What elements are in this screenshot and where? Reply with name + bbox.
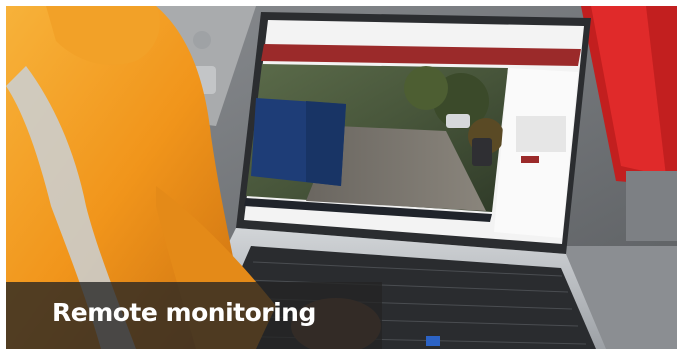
caption-title: Remote monitoring (52, 298, 316, 327)
caption-bar: Remote monitoring (6, 282, 382, 349)
photo-frame: Remote monitoring (6, 6, 677, 349)
